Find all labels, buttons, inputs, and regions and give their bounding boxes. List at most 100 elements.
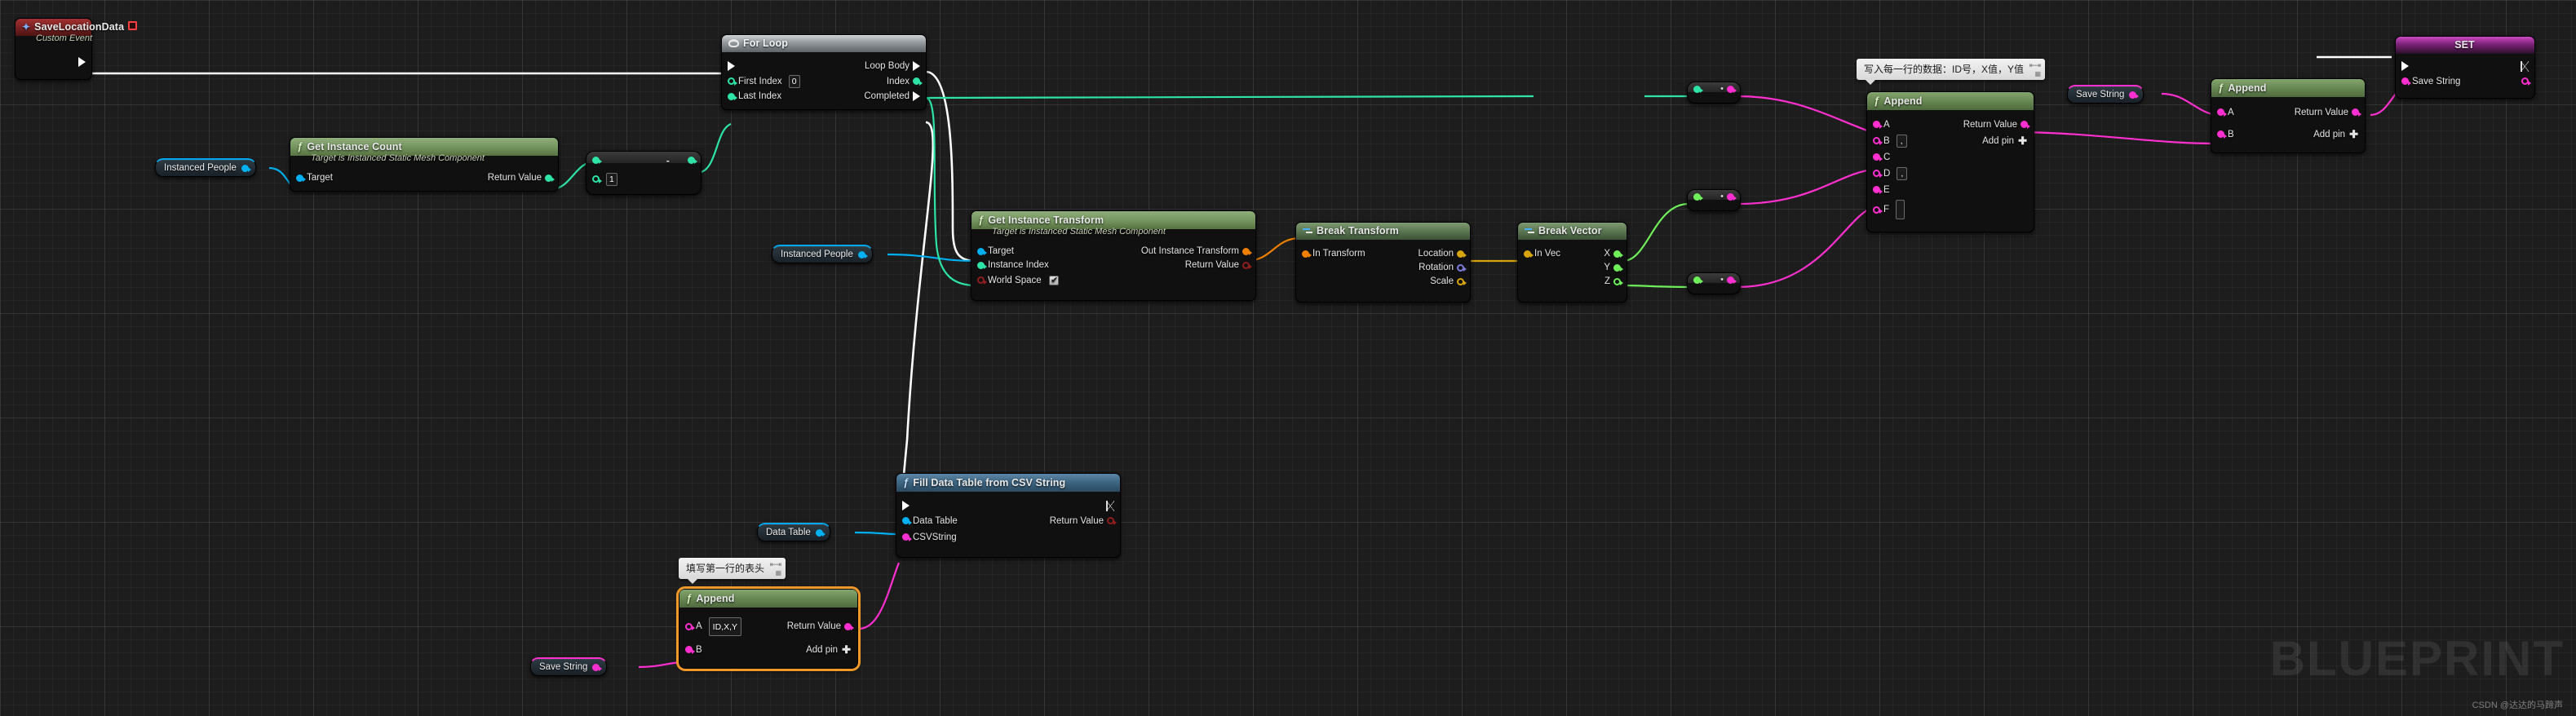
target-in-pin[interactable] — [977, 247, 987, 255]
return-value-out-pin[interactable] — [545, 174, 555, 182]
node-append-accumulate[interactable]: ƒ Append A Return Value B Add pin ✚ — [2211, 78, 2366, 153]
pin-a-value-input[interactable]: ID,X,Y — [708, 617, 742, 636]
node-get-instance-count[interactable]: ƒ Get Instance Count Target is Instanced… — [290, 137, 559, 192]
first-index-in-pin[interactable] — [728, 77, 737, 86]
node-fill-data-table-from-csv-string[interactable]: ƒ Fill Data Table from CSV String Data T… — [896, 473, 1121, 558]
operand-a-in-pin[interactable] — [592, 156, 602, 164]
exec-in-pin[interactable] — [2401, 61, 2409, 71]
exec-in-pin[interactable] — [728, 61, 735, 71]
world-space-in-pin[interactable] — [977, 276, 987, 285]
pin-b-in[interactable] — [1873, 137, 1883, 145]
function-icon: ƒ — [1874, 95, 1880, 107]
data-table-in-pin[interactable] — [902, 517, 912, 525]
var-get-save-string-top[interactable]: Save String — [2067, 85, 2144, 104]
loop-body-exec-out-pin[interactable] — [913, 61, 920, 71]
rotation-out-pin[interactable] — [1457, 263, 1467, 272]
node-to-string-index[interactable]: • — [1687, 82, 1741, 104]
save-string-in-pin[interactable] — [2401, 77, 2411, 86]
node-set-save-string[interactable]: SET Save String — [2395, 36, 2535, 99]
input-pin[interactable] — [1693, 85, 1703, 93]
node-header: ƒ Append — [679, 590, 857, 608]
event-delegate-pin[interactable] — [128, 21, 138, 30]
exec-out-pin[interactable] — [1106, 500, 1114, 511]
exec-in-pin[interactable] — [902, 501, 910, 510]
result-out-pin[interactable] — [688, 156, 697, 164]
in-transform-pin[interactable] — [1302, 250, 1312, 258]
node-break-vector[interactable]: Break Vector In Vec X Y Z — [1517, 222, 1627, 303]
last-index-in-pin[interactable] — [728, 92, 737, 100]
object-out-pin[interactable] — [857, 250, 868, 259]
return-value-out-pin[interactable] — [1107, 517, 1117, 525]
pin-e-in[interactable] — [1873, 186, 1883, 194]
completed-exec-out-pin[interactable] — [913, 91, 920, 101]
node-custom-event-savelocationdata[interactable]: ✦ SaveLocationData Custom Event — [15, 18, 138, 80]
y-out-pin[interactable] — [1613, 263, 1623, 272]
add-pin-button[interactable]: Add pin ✚ — [806, 644, 857, 655]
node-break-transform[interactable]: Break Transform In Transform Location Ro… — [1295, 222, 1471, 303]
node-to-string-x[interactable]: • — [1687, 189, 1741, 211]
pin-f-in[interactable] — [1873, 206, 1883, 214]
pin-b-value-input[interactable]: , — [1896, 134, 1907, 148]
blueprint-graph-canvas[interactable]: ✦ SaveLocationData Custom Event Instance… — [0, 0, 2576, 716]
var-get-instanced-people-1[interactable]: Instanced People — [155, 158, 256, 177]
x-out-pin[interactable] — [1613, 250, 1623, 258]
pin-a-in[interactable] — [2217, 108, 2227, 117]
location-out-pin[interactable] — [1457, 250, 1467, 258]
input-pin[interactable] — [1693, 192, 1703, 201]
z-out-pin[interactable] — [1613, 277, 1623, 285]
add-pin-button[interactable]: Add pin ✚ — [2313, 129, 2365, 139]
input-pin[interactable] — [1693, 276, 1703, 284]
pin-f-value-input[interactable] — [1896, 200, 1905, 219]
output-pin[interactable] — [1727, 276, 1737, 284]
object-out-pin[interactable] — [815, 528, 825, 537]
return-value-out-pin[interactable] — [1242, 261, 1252, 269]
node-title: Get Instance Transform — [988, 214, 1104, 226]
var-label: Instanced People — [781, 250, 853, 259]
out-instance-transform-pin[interactable] — [1242, 247, 1252, 255]
pin-b-in[interactable] — [2217, 130, 2227, 139]
pin-label-return-value: Return Value — [786, 621, 841, 631]
node-header: SET — [2396, 37, 2534, 54]
target-in-pin[interactable] — [296, 174, 306, 182]
string-out-pin[interactable] — [2129, 91, 2140, 99]
var-get-instanced-people-2[interactable]: Instanced People — [772, 245, 873, 263]
string-out-pin[interactable] — [592, 663, 603, 671]
instance-index-in-pin[interactable] — [977, 261, 987, 269]
world-space-checkbox[interactable] — [1048, 275, 1060, 285]
node-append-row[interactable]: ƒ Append A Return Value B , Add pin ✚ C … — [1866, 91, 2034, 232]
add-pin-button[interactable]: Add pin ✚ — [1982, 135, 2034, 146]
node-to-string-y[interactable]: • — [1687, 272, 1741, 294]
pin-b-in[interactable] — [685, 646, 695, 654]
scale-out-pin[interactable] — [1457, 277, 1467, 285]
pin-label-save-string: Save String — [2412, 76, 2461, 86]
node-subtract-integer[interactable]: - 1 — [586, 151, 702, 195]
return-value-out-pin[interactable] — [2021, 121, 2030, 129]
var-get-save-string-bottom[interactable]: Save String — [530, 657, 608, 676]
pin-a-in[interactable] — [1873, 121, 1883, 129]
node-get-instance-transform[interactable]: ƒ Get Instance Transform Target is Insta… — [971, 210, 1256, 301]
node-append-header[interactable]: ƒ Append A ID,X,Y Return Value B Add pin… — [676, 586, 861, 671]
pin-label-in-vec: In Vec — [1534, 249, 1560, 259]
pin-d-value-input[interactable]: , — [1897, 166, 1908, 180]
node-title: Append — [1883, 95, 1923, 107]
csvstring-in-pin[interactable] — [902, 533, 912, 541]
node-for-loop[interactable]: For Loop Loop Body First Index 0 Index L… — [721, 34, 927, 110]
output-pin[interactable] — [1727, 85, 1737, 93]
wire-layer — [92, 55, 2414, 669]
save-string-out-pin[interactable] — [2521, 77, 2531, 86]
first-index-value-input[interactable]: 0 — [788, 74, 800, 88]
var-get-data-table[interactable]: Data Table — [757, 523, 830, 541]
in-vec-pin[interactable] — [1524, 250, 1534, 258]
index-out-pin[interactable] — [913, 77, 923, 86]
operand-b-in-pin[interactable] — [592, 175, 602, 183]
operand-b-value-input[interactable]: 1 — [606, 172, 617, 186]
output-pin[interactable] — [1727, 192, 1737, 201]
return-value-out-pin[interactable] — [2352, 108, 2361, 117]
pin-d-in[interactable] — [1873, 170, 1883, 178]
pin-c-in[interactable] — [1873, 153, 1883, 161]
pin-a-in[interactable] — [685, 622, 695, 630]
exec-out-pin[interactable] — [2521, 60, 2529, 72]
exec-out-pin[interactable] — [78, 57, 86, 67]
object-out-pin[interactable] — [241, 164, 251, 172]
return-value-out-pin[interactable] — [844, 622, 854, 630]
